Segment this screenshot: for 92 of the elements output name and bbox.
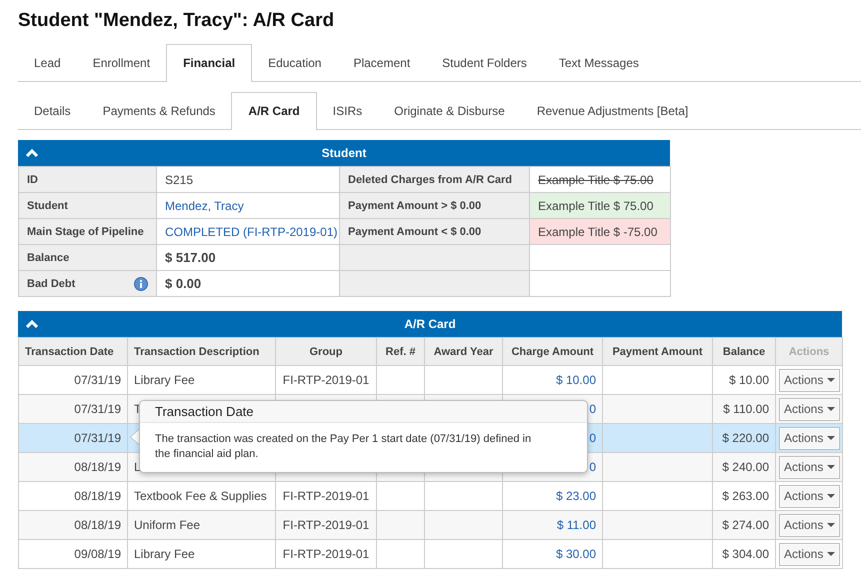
column-header: Award Year: [424, 338, 502, 366]
legend-value: Example Title $ 75.00: [538, 172, 654, 186]
caret-icon: [827, 523, 836, 527]
legend-value: Example Title $ -75.00: [538, 224, 658, 238]
actions-button[interactable]: Actions: [779, 542, 840, 566]
table-cell: 0: [589, 460, 596, 474]
panel-title: A/R Card: [403, 317, 457, 331]
caret-icon: [827, 552, 836, 556]
legend-value: Example Title $ 75.00: [538, 198, 654, 212]
column-header: Payment Amount: [602, 338, 712, 366]
tab[interactable]: Enrollment: [76, 44, 166, 81]
table-cell: 07/31/19: [74, 373, 121, 387]
column-header: Charge Amount: [502, 338, 602, 366]
table-row[interactable]: 09/08/19 Library Fee FI-RTP-2019-01 $ 30.00 $ 304.00 Actions: [18, 540, 842, 568]
column-header: Transaction Description: [128, 338, 276, 366]
table-cell: 08/18/19: [74, 489, 121, 503]
actions-button[interactable]: Actions: [779, 368, 840, 392]
actions-button[interactable]: Actions: [779, 514, 840, 536]
field-value: S215: [165, 172, 194, 186]
table-cell: 0: [589, 402, 596, 416]
table-cell: $ 240.00: [722, 460, 769, 474]
table-cell: Library Fee: [134, 373, 195, 387]
field-value: $ 517.00: [165, 250, 216, 265]
column-header: Balance: [712, 338, 776, 366]
table-cell: FI-RTP-2019-01: [282, 547, 370, 561]
field-label: Balance: [27, 252, 70, 264]
collapse-icon[interactable]: [26, 320, 38, 328]
table-cell: $ 11.00: [556, 518, 596, 532]
collapse-icon[interactable]: [26, 149, 38, 157]
tab[interactable]: Financial: [166, 44, 252, 82]
tab[interactable]: Lead: [18, 44, 77, 81]
tab[interactable]: Details: [18, 92, 87, 129]
table-cell: 09/08/19: [74, 547, 121, 561]
table-cell: FI-RTP-2019-01: [282, 518, 370, 532]
table-cell: $ 10.00: [556, 373, 596, 387]
table-cell: $ 274.00: [722, 518, 769, 532]
column-header: Transaction Date: [18, 338, 128, 366]
table-row[interactable]: 07/31/19 Library Fee FI-RTP-2019-01 $ 10.00 $ 10.00 Actions: [18, 366, 842, 394]
table-cell: $ 23.00: [556, 489, 596, 503]
table-cell: $ 220.00: [722, 431, 769, 445]
caret-icon: [827, 407, 836, 411]
table-row[interactable]: 08/18/19 Textbook Fee & Supplies FI-RTP-2019-01 $ 23.00 $ 263.00 Actions: [18, 482, 842, 510]
field-label: ID: [27, 174, 38, 186]
table-cell: Library Fee: [134, 547, 195, 561]
panel-title: Student: [320, 146, 368, 160]
table-cell: 08/18/19: [74, 460, 121, 474]
column-header: Ref. #: [376, 338, 424, 366]
tab[interactable]: A/R Card: [231, 92, 317, 130]
info-icon[interactable]: [134, 276, 148, 290]
actions-button[interactable]: Actions: [779, 426, 840, 450]
table-row[interactable]: 08/18/19 Uniform Fee FI-RTP-2019-01 $ 11.00 $ 274.00 Actions: [18, 510, 842, 540]
field-label: Main Stage of Pipeline: [27, 226, 144, 238]
tab[interactable]: ISIRs: [316, 92, 378, 129]
table-cell: FI-RTP-2019-01: [282, 373, 370, 387]
tooltip-title: Transaction Date: [140, 401, 587, 423]
tooltip-text: The transaction was created on the Pay Per 1 start date (07/31/19) defined in the financial aid plan.: [155, 432, 532, 462]
page-title: Student "Mendez, Tracy": A/R Card: [18, 10, 336, 32]
table-cell: $ 30.00: [556, 547, 596, 561]
tab[interactable]: Revenue Adjustments [Beta]: [520, 92, 704, 129]
table-cell: $ 304.00: [722, 547, 769, 561]
legend-label: Deleted Charges from A/R Card: [348, 174, 512, 186]
tab[interactable]: Education: [252, 44, 338, 81]
caret-icon: [827, 494, 836, 498]
actions-button[interactable]: Actions: [779, 398, 840, 420]
field-label: Student: [27, 200, 68, 212]
tab[interactable]: Text Messages: [542, 44, 655, 81]
legend-label: Payment Amount < $ 0.00: [348, 226, 482, 238]
caret-icon: [827, 378, 836, 382]
column-header: Actions: [776, 338, 842, 366]
field-value: $ 0.00: [165, 276, 202, 291]
table-cell: Textbook Fee & Supplies: [134, 489, 267, 503]
column-header: Group: [276, 338, 376, 366]
actions-button[interactable]: Actions: [779, 456, 840, 478]
table-cell: 08/18/19: [74, 518, 121, 532]
table-cell: 07/31/19: [74, 431, 121, 445]
table-cell: 07/31/19: [74, 402, 121, 416]
table-cell: 0: [589, 431, 596, 445]
table-cell: $ 110.00: [723, 402, 769, 416]
table-cell: $ 263.00: [722, 489, 769, 503]
actions-button[interactable]: Actions: [779, 484, 840, 508]
tab[interactable]: Payments & Refunds: [86, 92, 232, 129]
legend-label: Payment Amount > $ 0.00: [348, 200, 482, 212]
tab[interactable]: Student Folders: [426, 44, 543, 81]
field-label: Bad Debt: [27, 278, 76, 290]
table-cell: FI-RTP-2019-01: [282, 489, 370, 503]
caret-icon: [827, 465, 836, 469]
table-cell: $ 10.00: [728, 373, 769, 387]
table-cell: Uniform Fee: [134, 518, 200, 532]
tab[interactable]: Placement: [337, 44, 426, 81]
table-cell: L: [134, 460, 141, 474]
caret-icon: [827, 436, 836, 440]
tab[interactable]: Originate & Disburse: [378, 92, 521, 129]
